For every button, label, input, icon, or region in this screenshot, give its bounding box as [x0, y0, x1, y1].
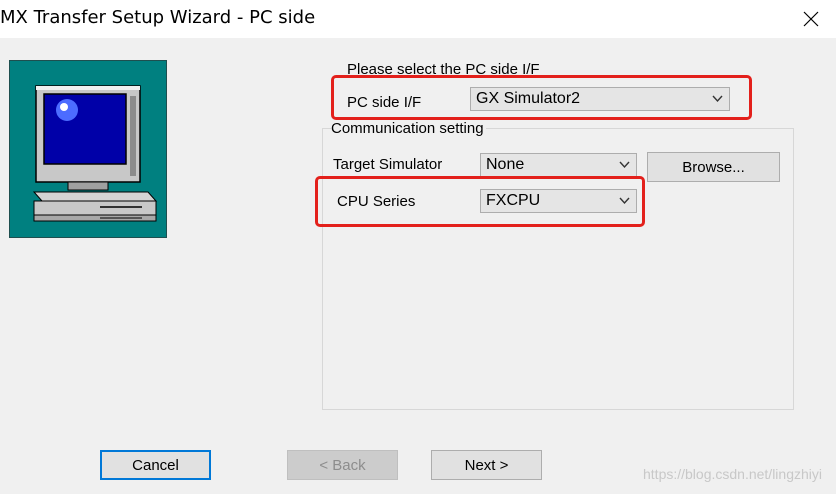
browse-button-label: Browse... [682, 158, 745, 176]
window-title: MX Transfer Setup Wizard - PC side [0, 7, 316, 28]
target-simulator-label: Target Simulator [333, 156, 443, 173]
communication-group-label: Communication setting [331, 120, 486, 137]
chevron-down-icon [619, 197, 630, 205]
cpu-series-select[interactable]: FXCPU [480, 189, 637, 213]
computer-icon [32, 85, 158, 222]
wizard-image [9, 60, 167, 238]
pc-side-heading: Please select the PC side I/F [347, 61, 540, 78]
back-button: < Back [287, 450, 398, 480]
target-simulator-value: None [486, 156, 525, 173]
cpu-series-label: CPU Series [337, 193, 416, 210]
chevron-down-icon [619, 161, 630, 169]
watermark: https://blog.csdn.net/lingzhiyi [643, 466, 822, 482]
pc-side-select[interactable]: GX Simulator2 [470, 87, 730, 111]
cancel-button[interactable]: Cancel [100, 450, 211, 480]
next-button[interactable]: Next > [431, 450, 542, 480]
back-button-label: < Back [319, 456, 366, 474]
pc-side-label: PC side I/F [347, 94, 422, 111]
chevron-down-icon [712, 95, 723, 103]
pc-side-value: GX Simulator2 [476, 90, 581, 107]
cpu-series-value: FXCPU [486, 192, 541, 209]
close-icon [803, 11, 819, 27]
title-bar: MX Transfer Setup Wizard - PC side [0, 0, 836, 38]
target-simulator-select[interactable]: None [480, 153, 637, 177]
close-button[interactable] [794, 4, 828, 34]
next-button-label: Next > [464, 456, 509, 474]
cancel-button-label: Cancel [132, 456, 179, 474]
browse-button[interactable]: Browse... [647, 152, 780, 182]
